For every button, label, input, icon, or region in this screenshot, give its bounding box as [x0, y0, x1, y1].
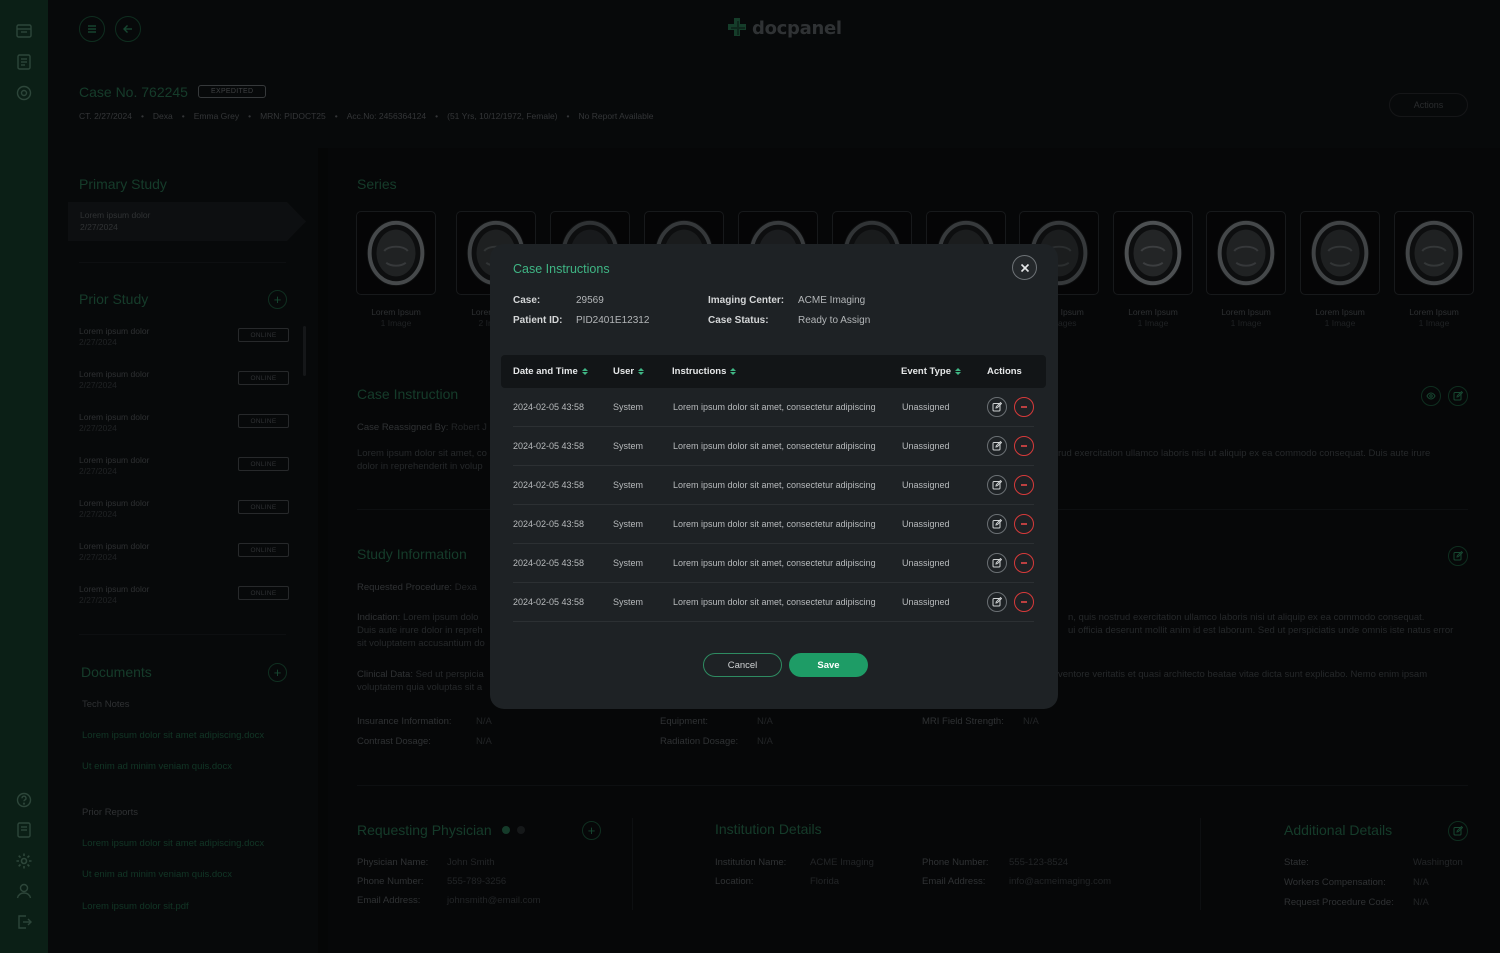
cell-instructions: Lorem ipsum dolor sit amet, consectetur … — [673, 480, 876, 490]
table-row: 2024-02-05 43:58 System Lorem ipsum dolor … — [513, 505, 1034, 544]
column-label: Actions — [987, 366, 1022, 377]
column-label: Event Type — [901, 366, 951, 377]
cancel-button[interactable]: Cancel — [703, 653, 782, 677]
cell-instructions: Lorem ipsum dolor sit amet, consectetur … — [673, 441, 876, 451]
cell-user: System — [613, 480, 643, 490]
edit-icon — [992, 597, 1002, 607]
case-status-label: Case Status: — [708, 315, 769, 326]
edit-icon — [992, 441, 1002, 451]
minus-icon — [1019, 558, 1029, 568]
cell-event-type: Unassigned — [902, 597, 950, 607]
delete-row-button[interactable] — [1014, 397, 1034, 417]
column-header-datetime[interactable]: Date and Time — [513, 366, 588, 377]
cell-user: System — [613, 558, 643, 568]
delete-row-button[interactable] — [1014, 436, 1034, 456]
edit-row-button[interactable] — [987, 475, 1007, 495]
table-row: 2024-02-05 43:58 System Lorem ipsum dolor … — [513, 388, 1034, 427]
minus-icon — [1019, 480, 1029, 490]
patient-id-value: PID2401E12312 — [576, 315, 649, 326]
minus-icon — [1019, 519, 1029, 529]
edit-row-button[interactable] — [987, 592, 1007, 612]
column-label: Date and Time — [513, 366, 578, 377]
edit-row-button[interactable] — [987, 553, 1007, 573]
edit-icon — [992, 480, 1002, 490]
cell-user: System — [613, 441, 643, 451]
sort-icon — [582, 368, 588, 375]
case-value: 29569 — [576, 295, 604, 306]
cell-user: System — [613, 597, 643, 607]
close-icon — [1020, 263, 1030, 273]
edit-row-button[interactable] — [987, 514, 1007, 534]
cell-instructions: Lorem ipsum dolor sit amet, consectetur … — [673, 402, 876, 412]
minus-icon — [1019, 597, 1029, 607]
table-header: Date and Time User Instructions Event Ty… — [501, 355, 1046, 388]
cell-instructions: Lorem ipsum dolor sit amet, consectetur … — [673, 558, 876, 568]
cell-event-type: Unassigned — [902, 441, 950, 451]
column-header-instructions[interactable]: Instructions — [672, 366, 736, 377]
table-row: 2024-02-05 43:58 System Lorem ipsum dolor … — [513, 427, 1034, 466]
delete-row-button[interactable] — [1014, 553, 1034, 573]
minus-icon — [1019, 402, 1029, 412]
edit-icon — [992, 558, 1002, 568]
column-header-user[interactable]: User — [613, 366, 644, 377]
column-header-event-type[interactable]: Event Type — [901, 366, 961, 377]
edit-row-button[interactable] — [987, 397, 1007, 417]
cell-datetime: 2024-02-05 43:58 — [513, 597, 584, 607]
cell-instructions: Lorem ipsum dolor sit amet, consectetur … — [673, 519, 876, 529]
patient-id-label: Patient ID: — [513, 315, 562, 326]
cell-datetime: 2024-02-05 43:58 — [513, 480, 584, 490]
sort-icon — [955, 368, 961, 375]
cell-event-type: Unassigned — [902, 558, 950, 568]
minus-icon — [1019, 441, 1029, 451]
cell-user: System — [613, 519, 643, 529]
table-row: 2024-02-05 43:58 System Lorem ipsum dolor … — [513, 583, 1034, 622]
modal-title: Case Instructions — [513, 262, 610, 276]
column-label: Instructions — [672, 366, 726, 377]
edit-icon — [992, 402, 1002, 412]
cell-datetime: 2024-02-05 43:58 — [513, 519, 584, 529]
column-header-actions: Actions — [987, 366, 1022, 377]
delete-row-button[interactable] — [1014, 475, 1034, 495]
cell-event-type: Unassigned — [902, 519, 950, 529]
delete-row-button[interactable] — [1014, 592, 1034, 612]
sort-icon — [730, 368, 736, 375]
column-label: User — [613, 366, 634, 377]
sort-icon — [638, 368, 644, 375]
cell-user: System — [613, 402, 643, 412]
app-root: docpanel Case No. 762245 EXPEDITED CT. 2… — [0, 0, 1500, 953]
edit-row-button[interactable] — [987, 436, 1007, 456]
cell-event-type: Unassigned — [902, 402, 950, 412]
imaging-center-value: ACME Imaging — [798, 295, 865, 306]
cell-event-type: Unassigned — [902, 480, 950, 490]
cell-datetime: 2024-02-05 43:58 — [513, 402, 584, 412]
delete-row-button[interactable] — [1014, 514, 1034, 534]
cell-datetime: 2024-02-05 43:58 — [513, 558, 584, 568]
close-button[interactable] — [1012, 255, 1037, 280]
table-row: 2024-02-05 43:58 System Lorem ipsum dolor … — [513, 544, 1034, 583]
table-row: 2024-02-05 43:58 System Lorem ipsum dolor … — [513, 466, 1034, 505]
cell-datetime: 2024-02-05 43:58 — [513, 441, 584, 451]
edit-icon — [992, 519, 1002, 529]
cell-instructions: Lorem ipsum dolor sit amet, consectetur … — [673, 597, 876, 607]
imaging-center-label: Imaging Center: — [708, 295, 784, 306]
case-label: Case: — [513, 295, 540, 306]
save-button[interactable]: Save — [789, 653, 868, 677]
case-status-value: Ready to Assign — [798, 315, 870, 326]
case-instructions-modal: Case Instructions Case: 29569 Patient ID… — [490, 244, 1058, 709]
